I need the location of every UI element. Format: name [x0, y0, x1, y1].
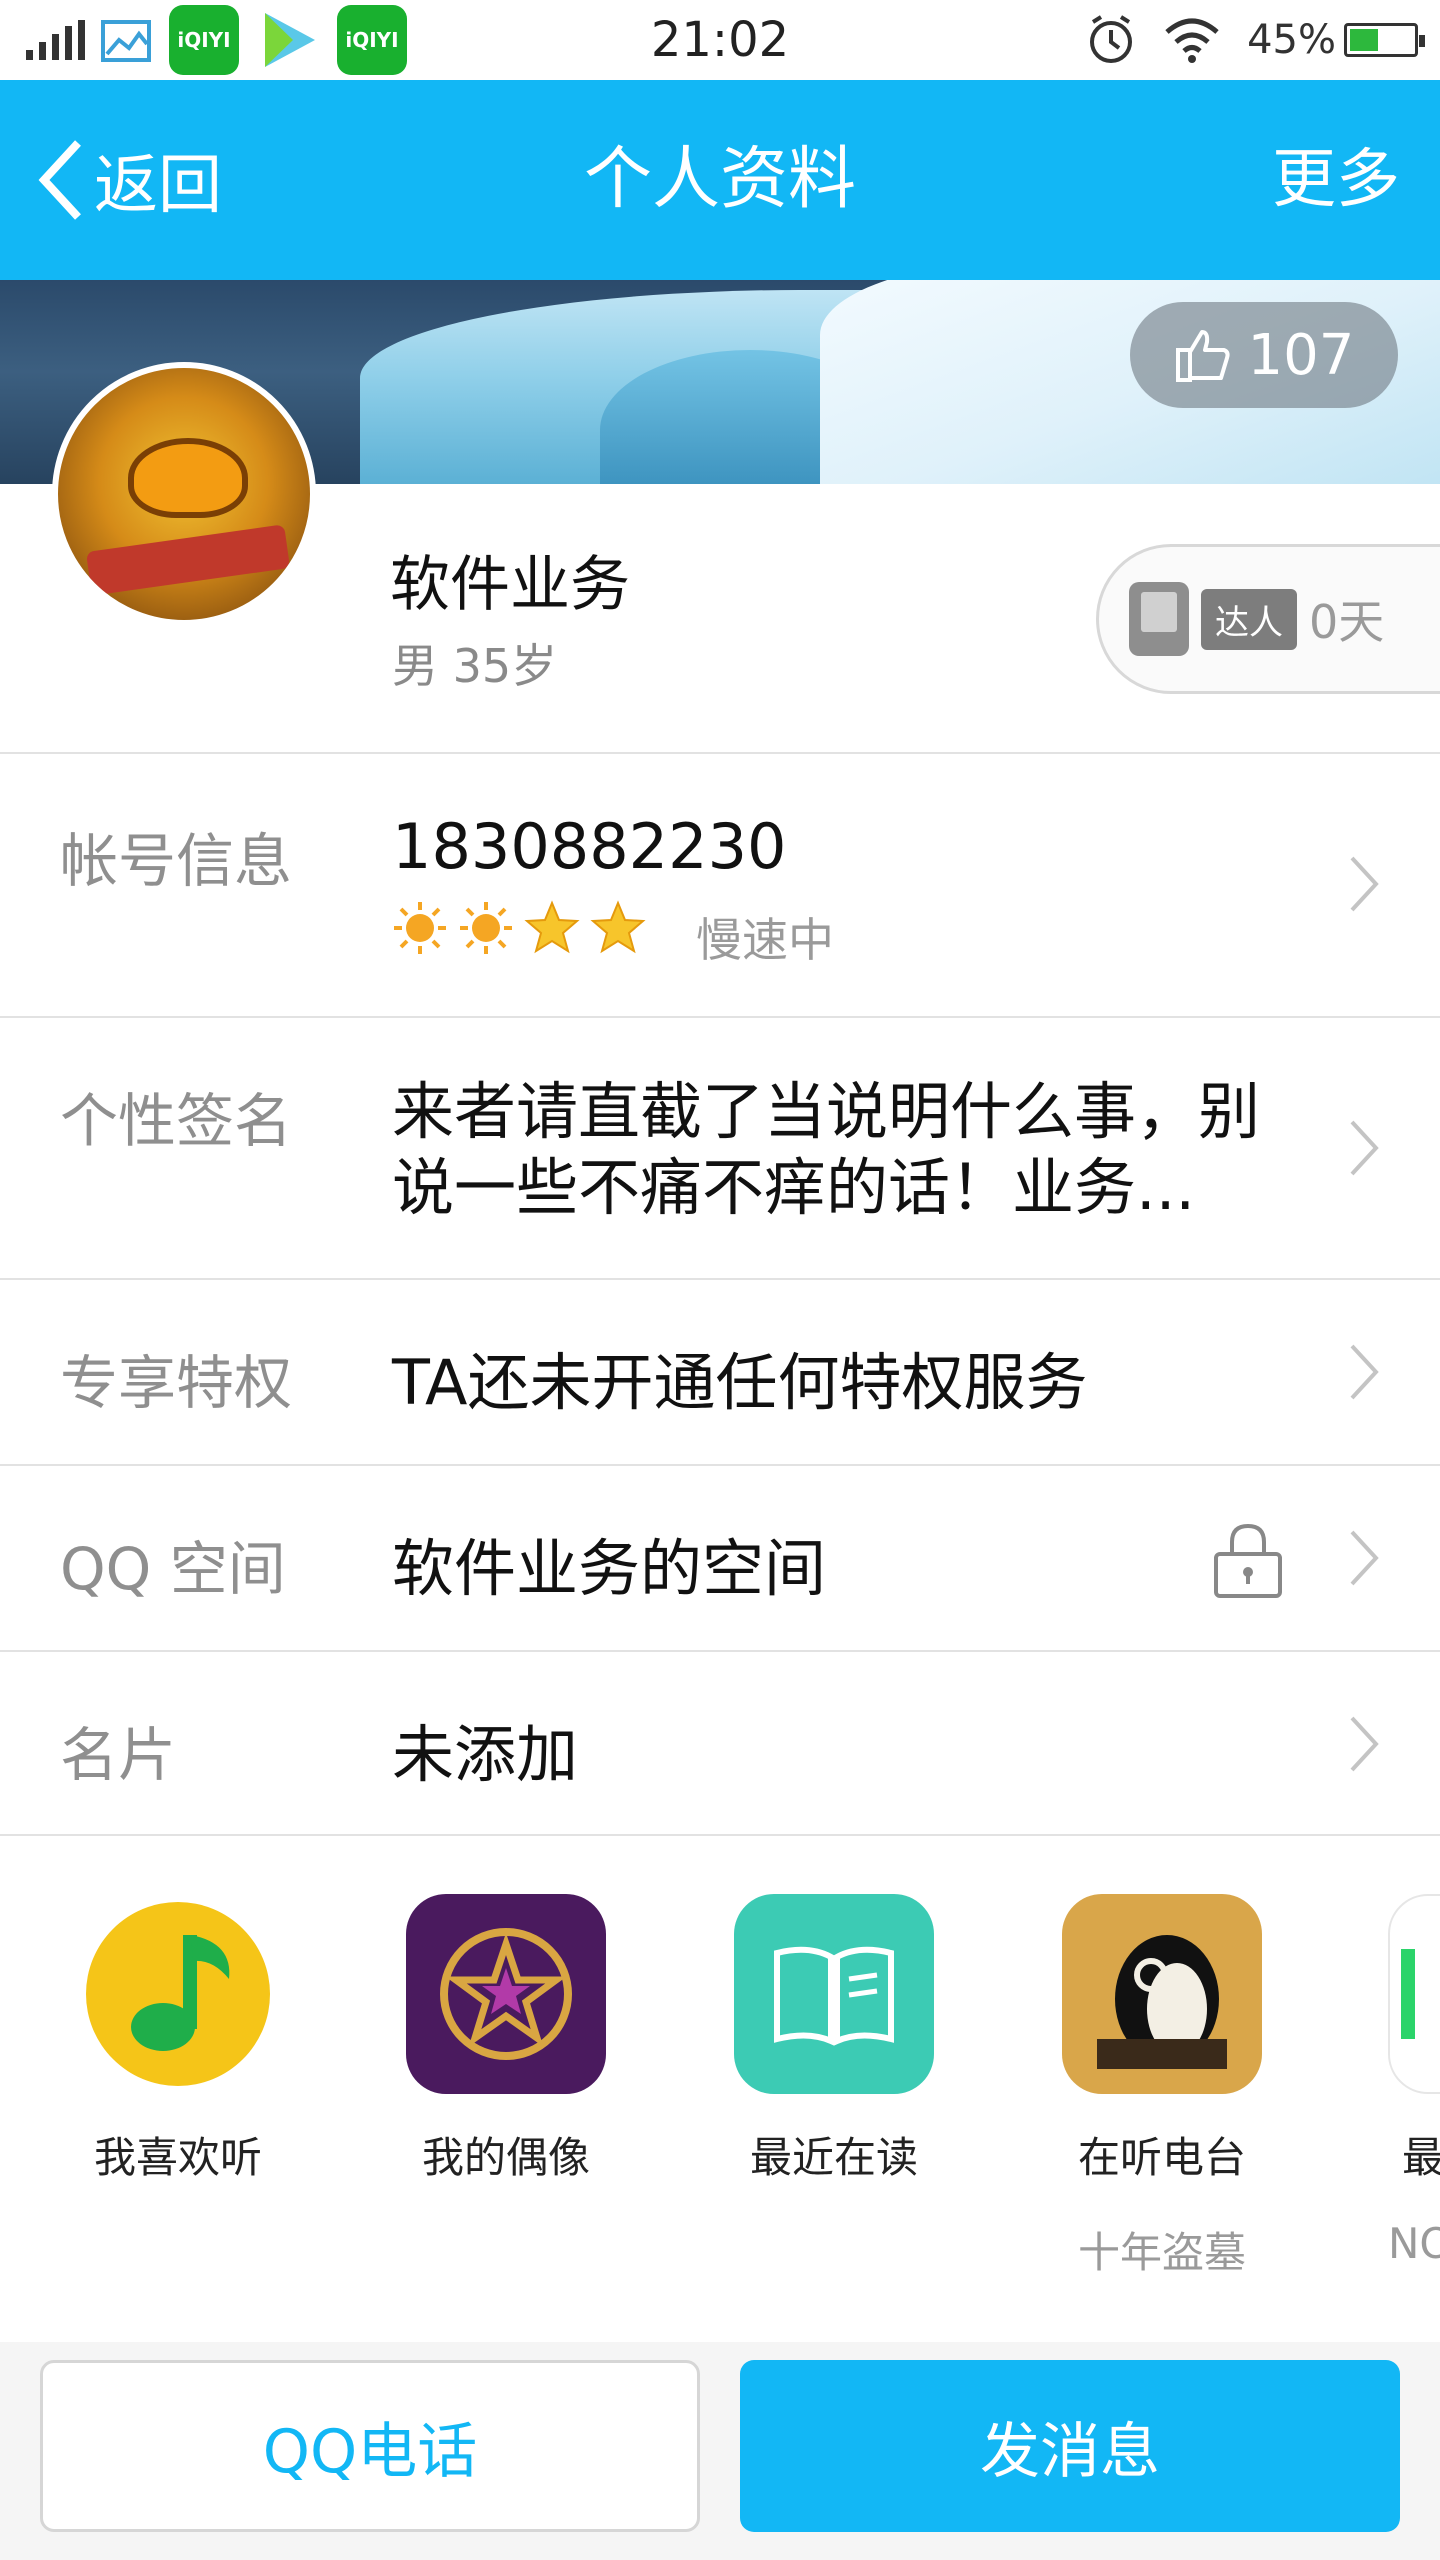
nickname: 软件业务 — [390, 550, 630, 620]
app-icon — [1388, 1894, 1440, 2094]
row-qzone[interactable]: QQ 空间 软件业务的空间 — [0, 1464, 1440, 1650]
app-music[interactable]: 我喜欢听 — [78, 1894, 278, 2185]
send-message-button[interactable]: 发消息 — [740, 2360, 1400, 2532]
row-label: QQ 空间 — [60, 1535, 286, 1603]
music-note-icon — [78, 1894, 278, 2094]
row-label: 名片 — [60, 1721, 177, 1789]
radio-penguin-icon — [1062, 1894, 1262, 2094]
row-privileges[interactable]: 专享特权 TA还未开通任何特权服务 — [0, 1278, 1440, 1464]
app-name: 我喜欢听 — [93, 2133, 262, 2182]
chevron-right-icon — [1350, 1120, 1379, 1176]
app-subtitle: NO — [1388, 2219, 1440, 2268]
signature-line-1: 来者请直截了当说明什么事，别 — [392, 1075, 1261, 1148]
chevron-right-icon — [1350, 1344, 1379, 1400]
book-icon — [734, 1894, 934, 2094]
talent-days: 0天 — [1309, 595, 1385, 649]
row-signature[interactable]: 个性签名 来者请直截了当说明什么事，别 说一些不痛不痒的话！业务... — [0, 1016, 1440, 1278]
battery-percent: 45% — [1247, 17, 1336, 63]
alarm-icon — [1090, 15, 1133, 63]
title-bar: 返回 个人资料 更多 — [0, 80, 1440, 280]
like-button[interactable]: 107 — [1130, 302, 1398, 408]
app-name: 最近在读 — [749, 2133, 918, 2182]
row-label: 个性签名 — [60, 1087, 293, 1155]
app-name: 最 — [1402, 2133, 1440, 2182]
card-value: 未添加 — [392, 1718, 579, 1791]
app-reading[interactable]: 最近在读 — [734, 1894, 934, 2185]
winged-phone-icon — [1129, 582, 1189, 656]
wifi-icon — [1165, 18, 1219, 63]
bottom-action-bar: QQ电话 发消息 — [0, 2342, 1440, 2560]
qq-call-button[interactable]: QQ电话 — [40, 2360, 700, 2532]
sun-icon — [460, 902, 512, 954]
more-button[interactable]: 更多 — [1272, 135, 1400, 225]
qzone-value: 软件业务的空间 — [392, 1532, 827, 1605]
chevron-right-icon — [1350, 1716, 1379, 1772]
row-label: 帐号信息 — [60, 827, 293, 895]
row-business-card[interactable]: 名片 未添加 — [0, 1650, 1440, 1836]
level-status: 慢速中 — [696, 913, 834, 967]
star-icon — [590, 900, 646, 954]
page-title: 个人资料 — [583, 140, 856, 219]
like-count: 107 — [1247, 322, 1355, 388]
avatar[interactable] — [52, 362, 316, 626]
talent-tag: 达人 — [1201, 588, 1297, 650]
app-partial[interactable]: 最 NO — [1388, 1894, 1440, 2268]
lock-icon — [1214, 1523, 1282, 1598]
thumbs-up-icon — [1175, 330, 1230, 382]
star-icon — [524, 900, 580, 954]
chevron-right-icon — [1350, 856, 1379, 912]
talent-badge[interactable]: 达人 0天 — [1096, 544, 1440, 694]
sun-icon — [394, 902, 446, 954]
qq-number: 1830882230 — [392, 810, 787, 883]
status-bar: iQIYI iQIYI 21:02 45% — [0, 0, 1440, 80]
status-right: 45% — [1085, 8, 1425, 72]
star-badge-icon — [406, 1894, 606, 2094]
battery-icon — [1344, 23, 1425, 57]
row-account-info[interactable]: 帐号信息 1830882230 慢速中 — [0, 752, 1440, 1016]
row-label: 专享特权 — [60, 1349, 293, 1417]
privileges-value: TA还未开通任何特权服务 — [392, 1346, 1088, 1419]
app-name: 我的偶像 — [421, 2133, 590, 2182]
app-name: 在听电台 — [1077, 2133, 1246, 2182]
gender-age: 男 35岁 — [392, 639, 558, 693]
qq-level — [392, 900, 646, 956]
app-radio[interactable]: 在听电台 十年盗墓 — [1062, 1894, 1262, 2280]
chevron-right-icon — [1350, 1530, 1379, 1586]
signature-line-2: 说一些不痛不痒的话！业务... — [392, 1151, 1196, 1224]
app-idol[interactable]: 我的偶像 — [406, 1894, 606, 2185]
app-subtitle: 十年盗墓 — [1077, 2228, 1246, 2277]
